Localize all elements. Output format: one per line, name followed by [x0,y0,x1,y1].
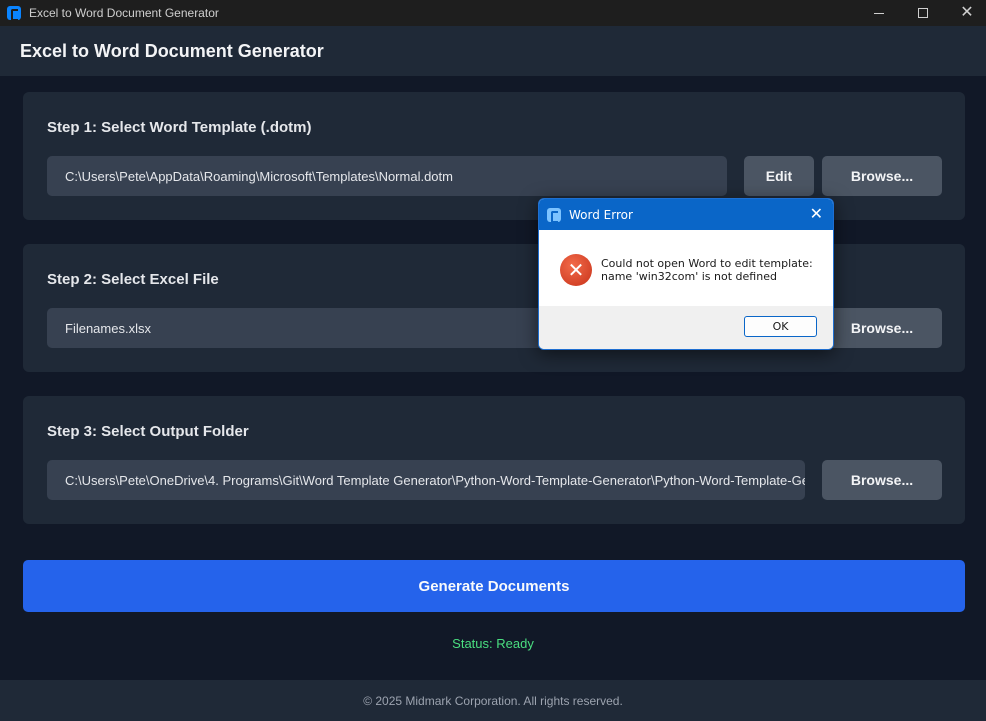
browse-output-button[interactable]: Browse... [822,460,942,500]
window-titlebar: Excel to Word Document Generator ✕ [0,0,986,26]
dialog-title: Word Error [569,207,633,222]
app-header: Excel to Word Document Generator [0,26,986,76]
dialog-app-icon [547,207,561,223]
output-folder-field[interactable]: C:\Users\Pete\OneDrive\4. Programs\Git\W… [47,460,805,500]
minimize-button[interactable] [856,0,902,26]
step-3-title: Step 3: Select Output Folder [47,423,249,440]
generate-documents-button[interactable]: Generate Documents [23,560,965,612]
close-button[interactable]: ✕ [944,0,986,26]
edit-template-button[interactable]: Edit [744,156,814,196]
minimize-icon [874,12,884,14]
close-icon: ✕ [960,4,974,21]
maximize-button[interactable] [900,0,946,26]
footer-copyright: © 2025 Midmark Corporation. All rights r… [0,680,986,721]
status-text: Status: Ready [452,636,534,651]
dialog-message: Could not open Word to edit template: na… [601,257,813,283]
step-1-title: Step 1: Select Word Template (.dotm) [47,119,312,136]
ok-button[interactable]: OK [744,316,817,337]
app-icon [7,6,21,21]
maximize-icon [918,8,928,18]
page-title: Excel to Word Document Generator [20,40,324,61]
window-title: Excel to Word Document Generator [29,6,219,20]
browse-template-button[interactable]: Browse... [822,156,942,196]
dialog-body: ✕ Could not open Word to edit template: … [539,230,833,306]
dialog-footer: OK [539,306,833,349]
dialog-titlebar: Word Error ✕ [539,199,833,230]
template-path-field[interactable]: C:\Users\Pete\AppData\Roaming\Microsoft\… [47,156,727,196]
step-3-card: Step 3: Select Output Folder C:\Users\Pe… [23,396,965,524]
browse-excel-button[interactable]: Browse... [822,308,942,348]
dialog-close-icon[interactable]: ✕ [810,205,823,223]
error-icon: ✕ [560,254,592,286]
step-2-title: Step 2: Select Excel File [47,271,219,288]
word-error-dialog: Word Error ✕ ✕ Could not open Word to ed… [538,198,834,350]
